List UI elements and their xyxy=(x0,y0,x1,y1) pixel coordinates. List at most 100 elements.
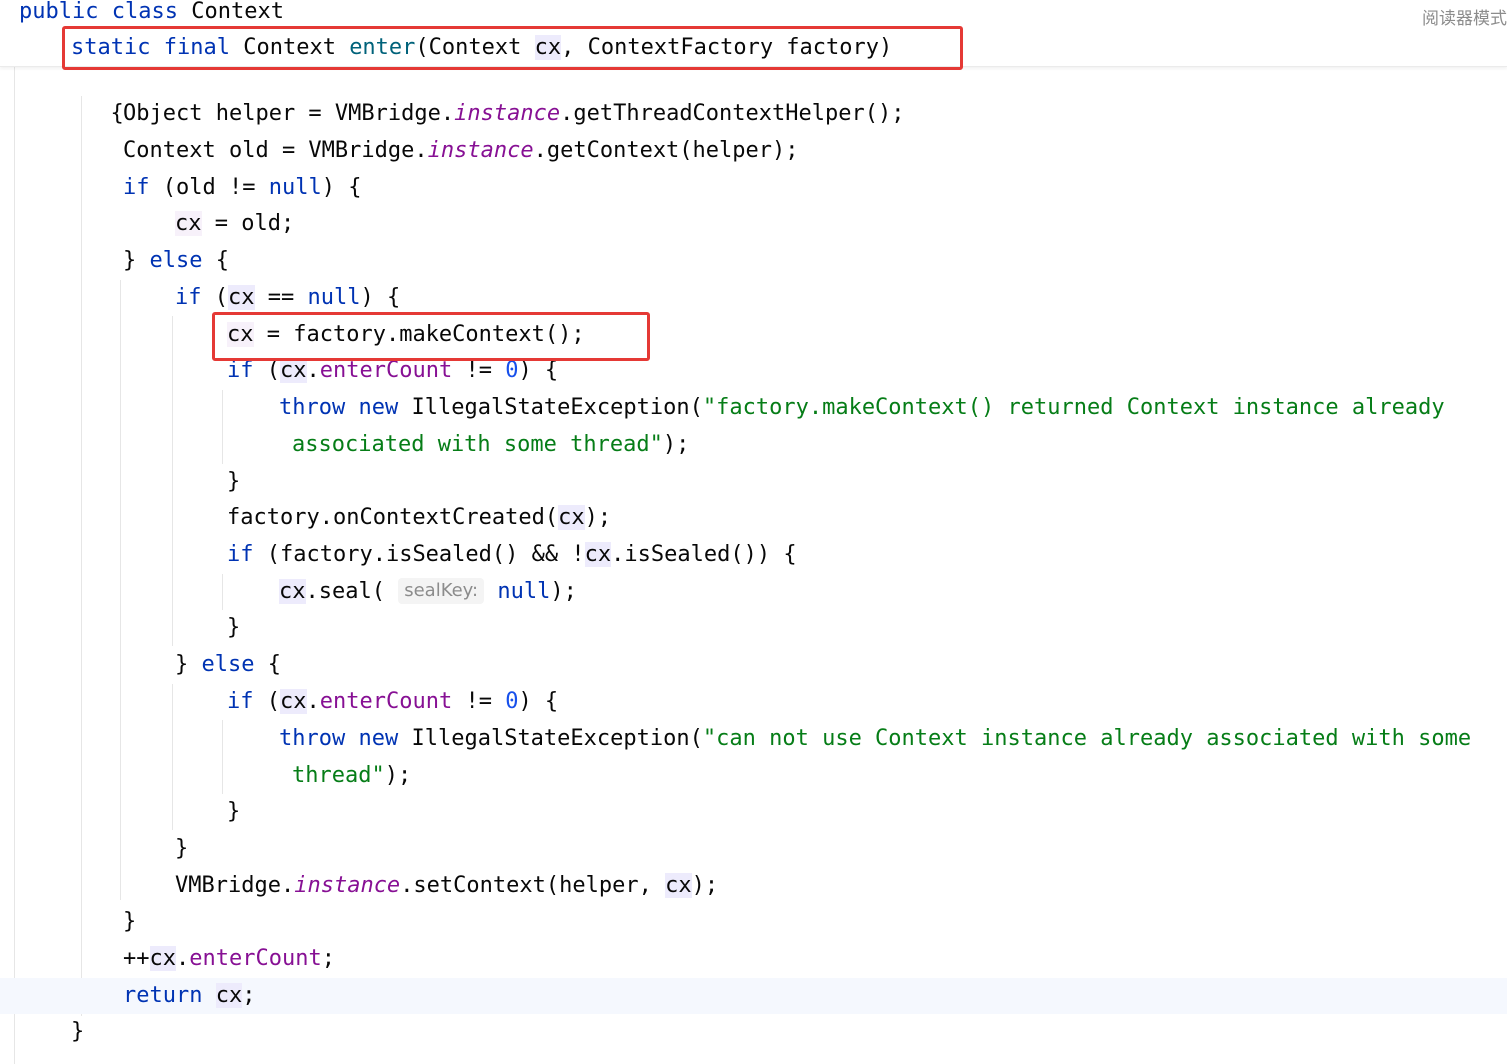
code-text: Object helper = VMBridge. xyxy=(123,101,455,126)
code-text: } xyxy=(123,248,150,273)
code-line: if (cx.enterCount != 0) { xyxy=(227,684,558,720)
keyword: if xyxy=(227,542,254,567)
code-text: } xyxy=(175,652,202,677)
keyword: if xyxy=(123,175,150,200)
code-text: ); xyxy=(550,579,577,604)
code-line: if (factory.isSealed() && !cx.isSealed()… xyxy=(227,537,797,573)
code-text: IllegalStateException( xyxy=(398,395,703,420)
code-text: .getContext(helper); xyxy=(533,138,799,163)
code-text: . xyxy=(306,689,320,714)
brace: { xyxy=(110,101,124,126)
code-line: } xyxy=(227,464,240,500)
variable-cx: cx xyxy=(665,873,692,898)
code-text: ( xyxy=(253,358,280,383)
keyword: null xyxy=(307,285,361,310)
field: enterCount xyxy=(319,689,453,714)
code-text: ; xyxy=(321,946,335,971)
indent-guide xyxy=(81,96,82,1016)
code-text: (factory.isSealed() && ! xyxy=(253,542,585,567)
code-line: ++cx.enterCount; xyxy=(123,941,335,977)
indent-guide xyxy=(14,66,15,1064)
indent-guide xyxy=(172,316,173,646)
class-name: Context xyxy=(191,0,284,24)
keyword: null xyxy=(268,175,322,200)
brace: } xyxy=(175,836,189,861)
code-text: ); xyxy=(691,873,719,898)
code-line: } xyxy=(227,794,240,830)
code-text: . xyxy=(306,358,320,383)
brace: } xyxy=(123,909,137,934)
code-line: cx = old; xyxy=(175,206,294,242)
field: enterCount xyxy=(319,358,453,383)
annotation-box-make-context xyxy=(212,312,650,361)
code-text: = old; xyxy=(201,211,295,236)
code-line: if (old != null) { xyxy=(123,170,361,206)
keyword: if xyxy=(227,689,254,714)
code-line: } xyxy=(123,904,136,940)
code-text: .isSealed()) { xyxy=(611,542,797,567)
variable-cx: cx xyxy=(175,211,202,236)
code-line: Context old = VMBridge.instance.getConte… xyxy=(123,133,799,169)
number: 0 xyxy=(505,689,519,714)
code-text: ; xyxy=(242,983,256,1008)
variable-cx: cx xyxy=(279,579,306,604)
static-field: instance xyxy=(454,101,561,126)
brace: } xyxy=(227,615,241,640)
code-text: ++ xyxy=(123,946,150,971)
code-text: == xyxy=(254,285,308,310)
code-line: throw new IllegalStateException("factory… xyxy=(279,390,1445,426)
code-text: ); xyxy=(384,763,412,788)
brace: } xyxy=(71,1019,85,1044)
code-text: .getThreadContextHelper(); xyxy=(560,101,905,126)
parameter-hint: sealKey: xyxy=(398,578,485,604)
number: 0 xyxy=(505,358,519,383)
code-line: } xyxy=(175,831,188,867)
keyword: new xyxy=(358,726,399,751)
variable-cx: cx xyxy=(584,542,612,567)
code-text: . xyxy=(176,946,190,971)
code-text: ); xyxy=(584,505,612,530)
code-line: thread"); xyxy=(292,758,411,794)
keyword: if xyxy=(227,358,254,383)
code-line: } else { xyxy=(123,243,229,279)
indent-guide xyxy=(222,390,223,464)
code-text: IllegalStateException( xyxy=(398,726,703,751)
reader-mode-toggle[interactable]: 阅读器模式 xyxy=(1422,4,1507,29)
code-line: Object helper = VMBridge.instance.getThr… xyxy=(123,96,904,132)
code-text: { xyxy=(202,248,229,273)
code-text: (old != xyxy=(149,175,269,200)
field: enterCount xyxy=(189,946,322,971)
code-text: ( xyxy=(253,689,280,714)
code-text: ) { xyxy=(518,358,559,383)
keyword: return xyxy=(123,983,203,1008)
variable-cx: cx xyxy=(228,285,255,310)
code-line: factory.onContextCreated(cx); xyxy=(227,500,611,536)
variable-cx: cx xyxy=(215,983,243,1008)
brace: } xyxy=(227,799,241,824)
code-text: .seal( xyxy=(305,579,399,604)
variable-cx: cx xyxy=(280,358,307,383)
annotation-box-method-signature xyxy=(62,26,963,70)
code-text: != xyxy=(452,358,506,383)
code-text: Context old = VMBridge. xyxy=(123,138,428,163)
keyword: null xyxy=(497,579,551,604)
keyword: throw xyxy=(279,395,346,420)
variable-cx: cx xyxy=(280,689,307,714)
code-text: { xyxy=(254,652,281,677)
indent-guide xyxy=(222,574,223,610)
code-line: } xyxy=(227,610,240,646)
variable-cx: cx xyxy=(149,946,176,971)
keyword: public xyxy=(19,0,99,24)
code-line[interactable]: return cx; xyxy=(123,978,255,1014)
code-text: .setContext(helper, xyxy=(400,873,666,898)
keyword: else xyxy=(201,652,255,677)
keyword: throw xyxy=(279,726,346,751)
keyword: new xyxy=(358,395,399,420)
static-field: instance xyxy=(427,138,534,163)
code-line: VMBridge.instance.setContext(helper, cx)… xyxy=(175,868,718,904)
indent-guide xyxy=(120,280,121,900)
keyword: if xyxy=(175,285,202,310)
code-line: if (cx == null) { xyxy=(175,280,400,316)
indent-guide xyxy=(222,720,223,794)
static-field: instance xyxy=(294,873,401,898)
